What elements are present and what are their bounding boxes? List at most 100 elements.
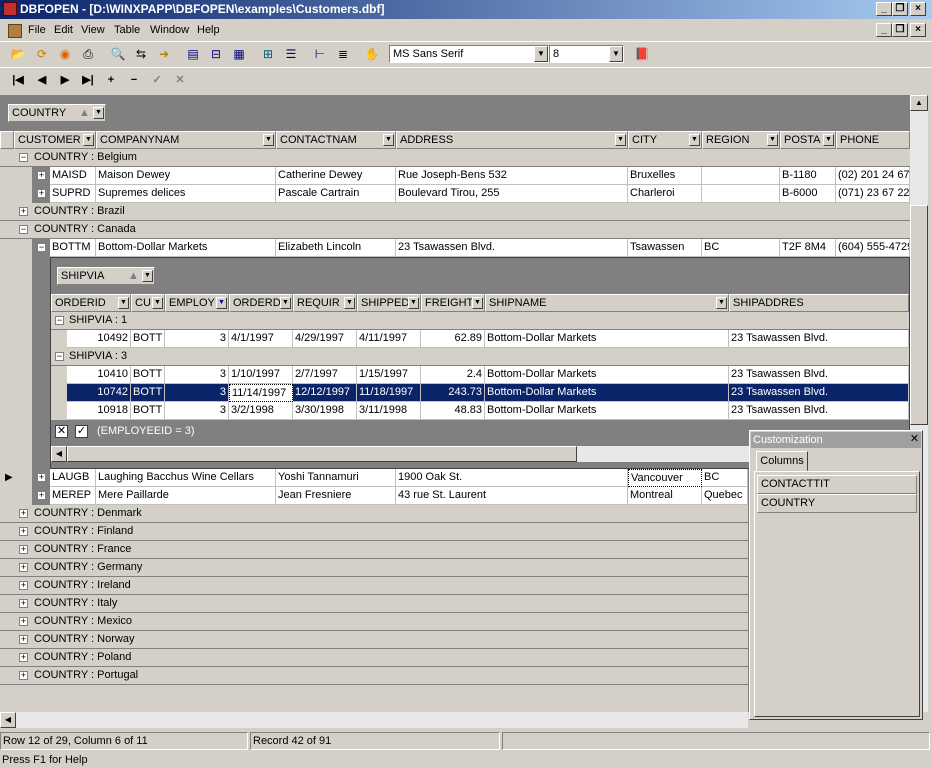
open-icon[interactable]: 📂 <box>8 44 28 64</box>
collapse-icon[interactable]: − <box>19 225 28 234</box>
group-row[interactable]: − SHIPVIA : 1 <box>51 312 909 330</box>
menu-window[interactable]: Window <box>150 24 189 36</box>
scroll-thumb[interactable] <box>910 205 928 425</box>
group-row[interactable]: + COUNTRY : Germany <box>0 559 748 577</box>
close-filter-icon[interactable]: ✕ <box>55 425 68 438</box>
menu-help[interactable]: Help <box>197 24 220 36</box>
group-row[interactable]: + COUNTRY : Italy <box>0 595 748 613</box>
doc-restore-button[interactable]: ❐ <box>892 23 908 37</box>
group-row[interactable]: + COUNTRY : Mexico <box>0 613 748 631</box>
group-icon[interactable]: ⊟ <box>206 44 226 64</box>
scroll-thumb[interactable] <box>67 446 577 462</box>
menu-edit[interactable]: Edit <box>54 24 73 36</box>
chevron-down-icon[interactable]: ▼ <box>93 107 104 119</box>
split-icon[interactable]: ⊞ <box>258 44 278 64</box>
minimize-button[interactable]: _ <box>876 2 892 16</box>
close-icon[interactable]: ✕ <box>908 433 921 446</box>
restore-button[interactable]: ❐ <box>892 2 908 16</box>
scroll-left-icon[interactable]: ◀ <box>0 712 16 728</box>
size-select[interactable]: 8 ▼ <box>549 45 624 63</box>
expand-icon[interactable]: + <box>37 189 46 198</box>
delete-record-button[interactable]: − <box>124 71 144 89</box>
doc-minimize-button[interactable]: _ <box>876 23 892 37</box>
group-row[interactable]: − COUNTRY : Belgium <box>0 149 910 167</box>
hand-icon[interactable]: ✋ <box>362 44 382 64</box>
col-phone[interactable]: PHONE <box>836 131 910 149</box>
grid-icon[interactable]: ▦ <box>229 44 249 64</box>
prev-record-button[interactable]: ◀ <box>32 71 52 89</box>
book-icon[interactable]: 📕 <box>632 44 652 64</box>
tree-icon[interactable]: ⊢ <box>310 44 330 64</box>
menu-table[interactable]: Table <box>114 24 140 36</box>
find-icon[interactable]: 🔍 <box>108 44 128 64</box>
expand-icon[interactable]: + <box>37 171 46 180</box>
group-row[interactable]: + COUNTRY : France <box>0 541 748 559</box>
group-row[interactable]: + COUNTRY : Norway <box>0 631 748 649</box>
scroll-left-icon[interactable]: ◀ <box>51 446 67 462</box>
col-contactnam[interactable]: CONTACTNAM ▼ <box>276 131 396 149</box>
post-record-button[interactable]: ✓ <box>147 71 167 89</box>
goto-icon[interactable]: ➜ <box>154 44 174 64</box>
expand-icon[interactable]: + <box>19 545 28 554</box>
group-by-country[interactable]: COUNTRY ▲ ▼ <box>8 104 106 122</box>
collapse-icon[interactable]: − <box>55 316 64 325</box>
expand-icon[interactable]: + <box>19 617 28 626</box>
cancel-record-button[interactable]: ✕ <box>170 71 190 89</box>
group-row[interactable]: + COUNTRY : Ireland <box>0 577 748 595</box>
chevron-down-icon[interactable]: ▼ <box>609 46 623 62</box>
filter-checkbox[interactable]: ✓ <box>75 425 88 438</box>
chevron-down-icon[interactable]: ▼ <box>142 270 153 282</box>
layout-icon[interactable]: ☰ <box>281 44 301 64</box>
last-record-button[interactable]: ▶| <box>78 71 98 89</box>
close-button[interactable]: × <box>910 2 926 16</box>
collapse-icon[interactable]: − <box>19 153 28 162</box>
expand-icon[interactable]: + <box>19 509 28 518</box>
group-by-shipvia[interactable]: SHIPVIA ▲ ▼ <box>57 267 155 285</box>
stop-icon[interactable]: ◉ <box>55 44 75 64</box>
collapse-icon[interactable]: − <box>55 352 64 361</box>
menu-view[interactable]: View <box>81 24 105 36</box>
tab-columns[interactable]: Columns <box>756 451 808 471</box>
collapse-icon[interactable]: − <box>37 243 46 252</box>
horizontal-scrollbar[interactable]: ◀ <box>0 712 748 728</box>
replace-icon[interactable]: ⇆ <box>131 44 151 64</box>
font-select[interactable]: MS Sans Serif ▼ <box>389 45 549 63</box>
list-icon[interactable]: ≣ <box>333 44 353 64</box>
next-record-button[interactable]: ▶ <box>55 71 75 89</box>
expand-icon[interactable]: + <box>19 653 28 662</box>
doc-close-button[interactable]: × <box>910 23 926 37</box>
print-icon[interactable]: ⎙ <box>78 44 98 64</box>
expand-icon[interactable]: + <box>19 599 28 608</box>
group-row[interactable]: + COUNTRY : Denmark <box>0 505 748 523</box>
insert-record-button[interactable]: + <box>101 71 121 89</box>
chevron-down-icon[interactable]: ▼ <box>534 46 548 62</box>
group-row[interactable]: + COUNTRY : Poland <box>0 649 748 667</box>
col-address[interactable]: ADDRESS ▼ <box>396 131 628 149</box>
group-row[interactable]: + COUNTRY : Portugal <box>0 667 748 685</box>
col-city[interactable]: CITY ▼ <box>628 131 702 149</box>
group-row[interactable]: − SHIPVIA : 3 <box>51 348 909 366</box>
menu-file[interactable]: File <box>28 24 46 36</box>
group-row[interactable]: + COUNTRY : Brazil <box>0 203 910 221</box>
list-item[interactable]: COUNTRY <box>757 494 917 513</box>
expand-icon[interactable]: + <box>19 581 28 590</box>
expand-icon[interactable]: + <box>19 671 28 680</box>
scroll-up-icon[interactable]: ▲ <box>910 95 928 111</box>
expand-icon[interactable]: + <box>37 491 46 500</box>
first-record-button[interactable]: |◀ <box>8 71 28 89</box>
list-item[interactable]: CONTACTTIT <box>757 475 917 494</box>
customization-panel[interactable]: Customization ✕ Columns CONTACTTIT COUNT… <box>749 430 923 720</box>
refresh-icon[interactable]: ⟳ <box>32 44 52 64</box>
filter-icon[interactable]: ▤ <box>183 44 203 64</box>
expand-icon[interactable]: + <box>19 207 28 216</box>
col-region[interactable]: REGION ▼ <box>702 131 780 149</box>
expand-icon[interactable]: + <box>19 563 28 572</box>
group-row[interactable]: − COUNTRY : Canada <box>0 221 910 239</box>
expand-icon[interactable]: + <box>37 473 46 482</box>
col-postal[interactable]: POSTA ▼ <box>780 131 836 149</box>
col-companynam[interactable]: COMPANYNAM ▼ <box>96 131 276 149</box>
col-customer[interactable]: CUSTOMER ▼ <box>14 131 96 149</box>
document-icon[interactable] <box>8 24 22 38</box>
expand-icon[interactable]: + <box>19 635 28 644</box>
expand-icon[interactable]: + <box>19 527 28 536</box>
